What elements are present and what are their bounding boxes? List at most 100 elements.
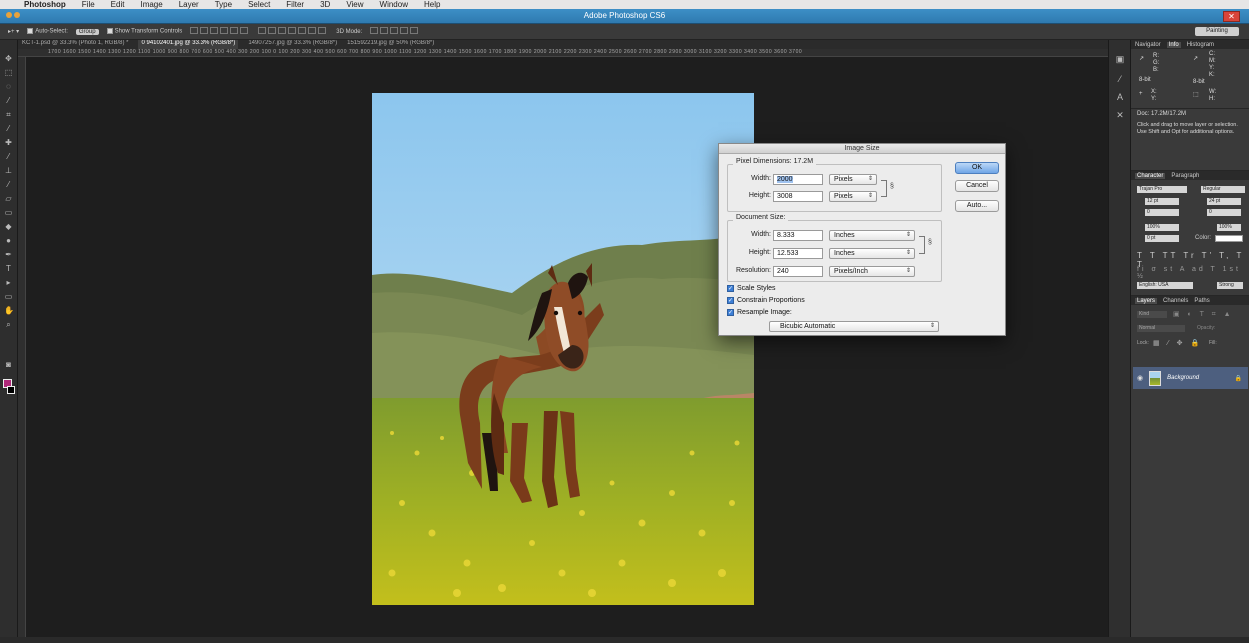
menu-image[interactable]: Image xyxy=(140,0,162,9)
clone-stamp-tool-icon[interactable]: ⊥ xyxy=(4,166,13,175)
font-family-select[interactable]: Trajan Pro xyxy=(1137,186,1187,193)
tab-navigator[interactable]: Navigator xyxy=(1135,42,1161,48)
pixel-width-input[interactable]: 2000 xyxy=(773,174,823,185)
scale-styles-checkbox[interactable]: ✓ Scale Styles xyxy=(727,285,776,292)
layer-background[interactable]: ◉ Background 🔒 xyxy=(1133,367,1248,389)
align-icons[interactable] xyxy=(190,27,250,36)
path-select-tool-icon[interactable]: ▸ xyxy=(4,278,13,287)
doc-width-input[interactable]: 8.333 xyxy=(773,230,823,241)
tab-document-2[interactable]: 0 94102401.jpg @ 33.3% (RGB/8*) xyxy=(138,40,239,49)
background-color-swatch[interactable] xyxy=(7,386,15,394)
text-color-swatch[interactable] xyxy=(1215,235,1243,242)
pixel-height-value: 3008 xyxy=(777,193,793,200)
resample-image-checkbox[interactable]: ✓ Resample Image: xyxy=(727,309,792,316)
pen-tool-icon[interactable]: ✒ xyxy=(4,250,13,259)
baseline-shift-field[interactable]: 0 pt xyxy=(1145,235,1179,242)
brush-panel-icon[interactable]: ⁄ xyxy=(1115,74,1125,84)
menu-select[interactable]: Select xyxy=(248,0,270,9)
doc-width-unit-select[interactable]: Inches ⇕ xyxy=(829,230,915,241)
menu-help[interactable]: Help xyxy=(424,0,440,9)
eyedropper-tool-icon[interactable]: ⁄ xyxy=(4,124,13,133)
crop-tool-icon[interactable]: ⌗ xyxy=(4,110,13,119)
character-panel-icon[interactable]: A xyxy=(1115,92,1125,102)
tab-layers[interactable]: Layers xyxy=(1135,297,1158,304)
auto-select-dropdown[interactable]: Group xyxy=(75,28,99,35)
eraser-tool-icon[interactable]: ▱ xyxy=(4,194,13,203)
font-style-select[interactable]: Regular xyxy=(1201,186,1245,193)
doc-chain-icon: § xyxy=(928,239,932,246)
zoom-tool-icon[interactable]: ⌕ xyxy=(4,320,13,329)
info-k: K: xyxy=(1209,72,1215,78)
healing-tool-icon[interactable]: ✚ xyxy=(4,138,13,147)
menu-window[interactable]: Window xyxy=(380,0,408,9)
vertical-scale-field[interactable]: 100% xyxy=(1145,224,1179,231)
menu-layer[interactable]: Layer xyxy=(179,0,199,9)
menu-view[interactable]: View xyxy=(346,0,363,9)
horizontal-scale-field[interactable]: 100% xyxy=(1217,224,1241,231)
leading-field[interactable]: 24 pt xyxy=(1207,198,1241,205)
3d-mode-icons[interactable] xyxy=(370,27,420,36)
menu-3d[interactable]: 3D xyxy=(320,0,330,9)
pixel-width-unit-select[interactable]: Pixels ⇕ xyxy=(829,174,877,185)
tab-document-1[interactable]: KCT-1.psd @ 33.3% (Photo 1, RGB/8) * xyxy=(22,40,128,49)
auto-select-checkbox[interactable]: Auto-Select: xyxy=(27,28,68,35)
opentype-buttons[interactable]: fi σ st A ad T 1st ½ xyxy=(1137,266,1249,280)
tracking-field[interactable]: 0 xyxy=(1207,209,1241,216)
marquee-tool-icon[interactable]: ⬚ xyxy=(4,68,13,77)
tab-histogram[interactable]: Histogram xyxy=(1187,42,1214,48)
gradient-tool-icon[interactable]: ▭ xyxy=(4,208,13,217)
menu-edit[interactable]: Edit xyxy=(111,0,125,9)
kerning-field[interactable]: 0 xyxy=(1145,209,1179,216)
history-brush-tool-icon[interactable]: ⁄ xyxy=(4,180,13,189)
type-tool-icon[interactable]: T xyxy=(4,264,13,273)
menu-file[interactable]: File xyxy=(82,0,95,9)
history-panel-icon[interactable]: ▣ xyxy=(1115,54,1125,64)
language-select[interactable]: English: USA xyxy=(1137,282,1193,289)
tab-character[interactable]: Character xyxy=(1135,172,1166,179)
tab-paragraph[interactable]: Paragraph xyxy=(1171,173,1199,179)
tab-paths[interactable]: Paths xyxy=(1194,298,1209,304)
font-size-field[interactable]: 12 pt xyxy=(1145,198,1179,205)
blur-tool-icon[interactable]: ◆ xyxy=(4,222,13,231)
menu-filter[interactable]: Filter xyxy=(286,0,304,9)
auto-button[interactable]: Auto... xyxy=(955,200,999,212)
dodge-tool-icon[interactable]: ● xyxy=(4,236,13,245)
distribute-icons[interactable] xyxy=(258,27,328,36)
lasso-tool-icon[interactable]: ◌ xyxy=(4,82,13,91)
pixel-height-unit-select[interactable]: Pixels ⇕ xyxy=(829,191,877,202)
doc-height-unit-select[interactable]: Inches ⇕ xyxy=(829,248,915,259)
brush-tool-icon[interactable]: ⁄ xyxy=(4,152,13,161)
tab-info[interactable]: Info xyxy=(1166,41,1181,48)
menu-type[interactable]: Type xyxy=(215,0,232,9)
constrain-proportions-checkbox[interactable]: ✓ Constrain Proportions xyxy=(727,297,805,304)
show-transform-checkbox[interactable]: Show Transform Controls xyxy=(106,28,182,35)
workspace-switcher[interactable]: Painting xyxy=(1195,27,1239,36)
layer-filter-icons[interactable]: ▣ ◐ T ⌗ ▲ xyxy=(1173,310,1234,319)
visibility-eye-icon[interactable]: ◉ xyxy=(1137,374,1143,382)
shape-tool-icon[interactable]: ▭ xyxy=(4,292,13,301)
lock-icons[interactable]: ▦ ⁄ ✥ 🔒 xyxy=(1153,339,1202,347)
hand-tool-icon[interactable]: ✋ xyxy=(4,306,14,315)
blend-mode-select[interactable]: Normal xyxy=(1137,325,1185,332)
quick-mask-icon[interactable]: ◙ xyxy=(4,360,13,369)
doc-height-input[interactable]: 12.533 xyxy=(773,248,823,259)
resolution-input[interactable]: 240 xyxy=(773,266,823,277)
tab-channels[interactable]: Channels xyxy=(1163,298,1188,304)
pixel-height-input[interactable]: 3008 xyxy=(773,191,823,202)
ok-button[interactable]: OK xyxy=(955,162,999,174)
close-icon[interactable]: ✕ xyxy=(1223,11,1240,22)
move-tool-icon[interactable]: ✥ xyxy=(4,54,13,63)
anti-alias-select[interactable]: Strong xyxy=(1217,282,1243,289)
document-image[interactable] xyxy=(372,93,754,605)
resample-method-select[interactable]: Bicubic Automatic ⇕ xyxy=(769,321,939,332)
layer-filter-select[interactable]: Kind xyxy=(1137,311,1167,318)
tab-document-4[interactable]: 151592219.jpg @ 50% (RGB/8*) xyxy=(347,40,434,49)
resolution-unit-select[interactable]: Pixels/Inch ⇕ xyxy=(829,266,915,277)
tool-presets-icon[interactable]: ✕ xyxy=(1115,110,1125,120)
menu-app[interactable]: Photoshop xyxy=(24,0,66,9)
move-tool-icon[interactable]: ▸+ ▾ xyxy=(8,28,19,35)
info-yy: Y: xyxy=(1151,96,1157,102)
quick-select-tool-icon[interactable]: ⁄ xyxy=(4,96,13,105)
cancel-button[interactable]: Cancel xyxy=(955,180,999,192)
tab-document-3[interactable]: 14907257.jpg @ 33.3% (RGB/8*) xyxy=(248,40,337,49)
